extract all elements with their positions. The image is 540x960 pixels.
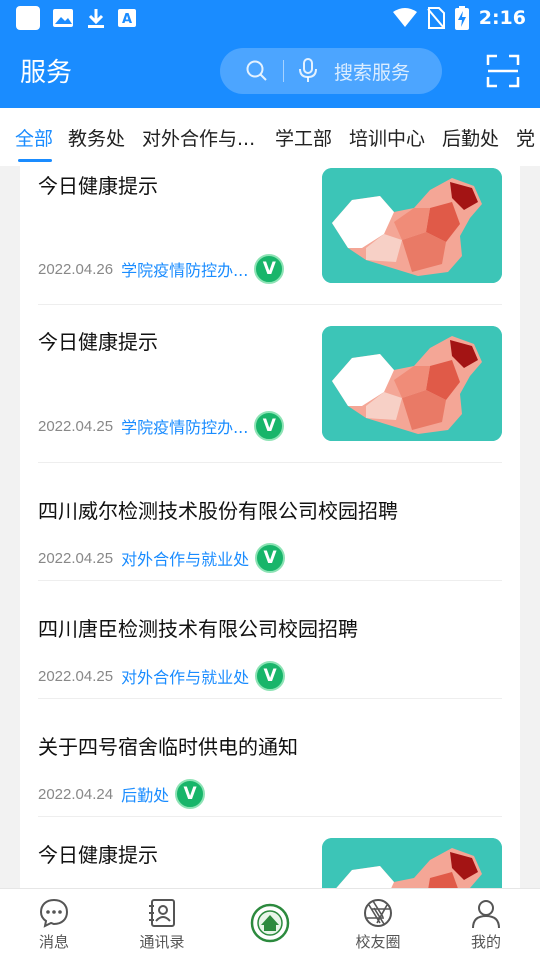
item-thumbnail (322, 168, 502, 283)
no-sim-icon (426, 7, 445, 29)
svg-text:A: A (122, 12, 132, 27)
china-map-image (322, 168, 502, 283)
verified-badge-icon: V (175, 779, 206, 809)
tab-academic-affairs[interactable]: 教务处 (68, 124, 125, 151)
status-bar-system: 2:16 (392, 6, 526, 30)
nav-label: 校友圈 (355, 933, 401, 951)
scan-icon[interactable] (486, 54, 520, 88)
item-meta: 2022.04.25 对外合作与就业处 V (38, 543, 286, 573)
item-date: 2022.04.25 (38, 417, 114, 435)
search-icon (246, 60, 267, 81)
item-date: 2022.04.25 (38, 667, 114, 685)
tab-party[interactable]: 党 (516, 124, 535, 151)
page-title: 服务 (20, 58, 73, 88)
item-meta: 2022.04.25 学院疫情防控办... V (38, 411, 285, 441)
item-meta: 2022.04.25 对外合作与就业处 V (38, 661, 286, 691)
list-item[interactable]: 四川唐臣检测技术有限公司校园招聘 2022.04.25 对外合作与就业处 V (20, 581, 520, 699)
item-source[interactable]: 后勤处 (121, 782, 169, 806)
header: 服务 搜索服务 (0, 36, 540, 108)
item-title: 关于四号宿舍临时供电的通知 (38, 735, 298, 759)
news-list: 今日健康提示 2022.04.26 学院疫情防控办... V 今日健康提示 20… (20, 166, 520, 888)
item-title: 四川威尔检测技术股份有限公司校园招聘 (38, 499, 398, 523)
tab-external-cooperation[interactable]: 对外合作与... (142, 124, 255, 151)
verified-badge-icon: V (255, 543, 286, 573)
translate-icon: A (118, 9, 136, 27)
wifi-icon (392, 8, 417, 27)
download-icon (88, 9, 104, 28)
item-thumbnail (322, 838, 502, 888)
category-tabs: 全部 教务处 对外合作与... 学工部 培训中心 后勤处 党 (0, 108, 540, 166)
item-title: 四川唐臣检测技术有限公司校园招聘 (38, 617, 358, 641)
chat-bubble-icon (39, 898, 69, 928)
nav-label: 我的 (470, 933, 501, 951)
image-notification-icon (53, 9, 73, 27)
shutter-icon (364, 899, 392, 927)
search-divider (283, 60, 284, 82)
school-logo-icon (250, 903, 290, 943)
contacts-icon (149, 899, 175, 927)
item-title: 今日健康提示 (38, 843, 158, 867)
item-source[interactable]: 学院疫情防控办... (121, 414, 248, 438)
nav-messages[interactable]: 消息 (14, 897, 94, 952)
tab-all[interactable]: 全部 (15, 124, 53, 151)
search-placeholder: 搜索服务 (334, 62, 411, 84)
item-thumbnail (322, 326, 502, 441)
item-meta: 2022.04.24 后勤处 V (38, 779, 206, 809)
nav-contacts[interactable]: 通讯录 (122, 897, 202, 952)
list-item[interactable]: 四川威尔检测技术股份有限公司校园招聘 2022.04.25 对外合作与就业处 V (20, 463, 520, 581)
nav-alumni[interactable]: 校友圈 (338, 897, 418, 952)
clock: 2:16 (478, 7, 526, 29)
item-meta: 2022.04.26 学院疫情防控办... V (38, 254, 285, 284)
item-source[interactable]: 对外合作与就业处 (121, 664, 249, 688)
person-icon (472, 900, 500, 929)
nav-profile[interactable]: 我的 (446, 897, 526, 952)
tab-student-affairs[interactable]: 学工部 (275, 124, 332, 151)
item-date: 2022.04.25 (38, 549, 114, 567)
tab-training-center[interactable]: 培训中心 (349, 124, 425, 151)
battery-charging-icon (454, 6, 469, 30)
china-map-image (322, 326, 502, 441)
verified-badge-icon: V (255, 661, 286, 691)
list-item[interactable]: 今日健康提示 2022.04.25 学院疫情防控办... V (20, 305, 520, 461)
tab-logistics[interactable]: 后勤处 (442, 124, 499, 151)
item-title: 今日健康提示 (38, 330, 158, 354)
active-tab-indicator (18, 159, 52, 162)
list-item[interactable]: 今日健康提示 2022.04.26 学院疫情防控办... V (20, 166, 520, 304)
status-bar: A 2:16 (0, 0, 540, 36)
nav-label: 消息 (38, 933, 69, 951)
china-map-image (322, 838, 502, 888)
item-date: 2022.04.24 (38, 785, 114, 803)
verified-badge-icon: V (254, 254, 285, 284)
status-bar-notifications: A (16, 6, 136, 30)
item-source[interactable]: 对外合作与就业处 (121, 546, 249, 570)
item-source[interactable]: 学院疫情防控办... (121, 257, 248, 281)
microphone-icon[interactable] (298, 58, 318, 84)
verified-badge-icon: V (254, 411, 285, 441)
list-item[interactable]: 关于四号宿舍临时供电的通知 2022.04.24 后勤处 V (20, 699, 520, 817)
app-notification-icon (16, 6, 40, 30)
bottom-navigation: 消息 通讯录 校友圈 我的 (0, 888, 540, 960)
item-date: 2022.04.26 (38, 260, 114, 278)
item-title: 今日健康提示 (38, 174, 158, 198)
nav-label: 通讯录 (139, 933, 185, 951)
nav-home[interactable] (230, 903, 310, 945)
search-bar[interactable]: 搜索服务 (220, 48, 442, 94)
list-item[interactable]: 今日健康提示 (20, 817, 520, 888)
